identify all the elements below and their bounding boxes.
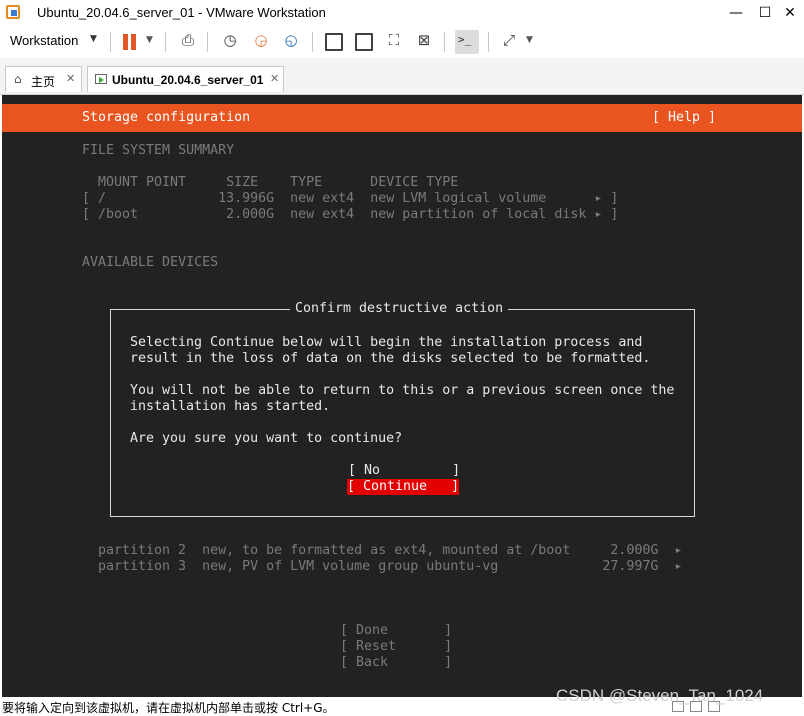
dialog-text-line: result in the loss of data on the disks …: [130, 351, 651, 366]
tab-vm-label: Ubuntu_20.04.6_server_01: [112, 73, 264, 87]
dialog-frame: Confirm destructive action Selecting Con…: [110, 301, 695, 517]
tab-strip: ⌂ 主页 ✕ Ubuntu_20.04.6_server_01 ✕: [0, 58, 804, 95]
no-button[interactable]: [ No ]: [348, 463, 460, 479]
fs-table-row[interactable]: [ /boot 2.000G new ext4 new partition of…: [82, 207, 618, 223]
dialog-text-line: You will not be able to return to this o…: [130, 383, 675, 398]
back-button[interactable]: [ Back ]: [340, 655, 452, 671]
dialog-question: Are you sure you want to continue?: [130, 431, 403, 446]
window-title-bar: Ubuntu_20.04.6_server_01 - VMware Workst…: [0, 0, 804, 26]
tab-home[interactable]: ⌂ 主页 ✕: [5, 66, 82, 92]
window-title: Ubuntu_20.04.6_server_01 - VMware Workst…: [37, 5, 326, 20]
fs-summary-title: FILE SYSTEM SUMMARY: [82, 143, 235, 158]
vmware-app-icon: [6, 5, 20, 19]
partition-row[interactable]: partition 2 new, to be formatted as ext4…: [98, 543, 682, 559]
toolbar-divider: [165, 32, 166, 52]
revert-snapshot-icon[interactable]: ◶: [250, 31, 272, 49]
console-view-icon[interactable]: [455, 30, 479, 54]
close-button[interactable]: ✕: [776, 2, 804, 24]
maximize-button[interactable]: ☐: [751, 2, 779, 24]
full-screen-icon[interactable]: ⛶: [383, 31, 405, 49]
console-top-strip: [2, 95, 802, 103]
tab-home-label: 主页: [31, 75, 56, 89]
toolbar-divider: [488, 32, 489, 52]
stretch-menu-chevron-icon[interactable]: ▼: [526, 35, 533, 45]
power-menu-chevron-icon[interactable]: ▼: [146, 35, 153, 45]
toolbar-divider: [444, 32, 445, 52]
send-ctrl-alt-del-icon[interactable]: ⎙: [177, 31, 199, 49]
toolbar-divider: [110, 32, 111, 52]
fs-table-header: MOUNT POINT SIZE TYPE DEVICE TYPE: [98, 175, 459, 190]
available-devices-title: AVAILABLE DEVICES: [82, 255, 219, 270]
toolbar: Workstation ▼ ▼ ⎙ ◷ ◶ ◵ ⛶ ⊠ ⤢ ▼: [0, 26, 804, 58]
chevron-down-icon[interactable]: ▼: [90, 34, 97, 44]
watermark-text: CSDN @Steven_Tan_1024: [556, 686, 764, 705]
help-button[interactable]: [ Help ]: [652, 110, 716, 126]
snapshot-manager-icon[interactable]: ◵: [280, 31, 302, 49]
status-text: 要将输入定向到该虚拟机，请在虚拟机内部单击或按 Ctrl+G。: [2, 701, 335, 715]
vm-console[interactable]: Storage configuration [ Help ] FILE SYST…: [2, 95, 802, 697]
close-tab-icon[interactable]: ✕: [270, 72, 279, 85]
toolbar-divider: [312, 32, 313, 52]
installer-header-title: Storage configuration: [82, 110, 251, 125]
dialog-text-line: Selecting Continue below will begin the …: [130, 335, 643, 350]
snapshot-icon[interactable]: ◷: [219, 31, 241, 49]
home-icon: ⌂: [14, 72, 22, 86]
minimize-button[interactable]: —: [722, 2, 750, 24]
vm-icon: [95, 74, 107, 84]
unity-icon[interactable]: ⊠: [413, 31, 435, 49]
continue-button[interactable]: [ Continue ]: [347, 479, 460, 495]
done-button[interactable]: [ Done ]: [340, 623, 452, 639]
pause-icon[interactable]: [121, 32, 141, 52]
tab-vm[interactable]: Ubuntu_20.04.6_server_01 ✕: [87, 66, 284, 92]
dialog-text-line: installation has started.: [130, 399, 331, 414]
thumbnail-icon[interactable]: [355, 33, 373, 51]
workstation-menu[interactable]: Workstation: [10, 33, 78, 48]
fs-table-row[interactable]: [ / 13.996G new ext4 new LVM logical vol…: [82, 191, 618, 207]
sidebar-toggle-icon[interactable]: [325, 33, 343, 51]
close-tab-icon[interactable]: ✕: [66, 72, 75, 85]
reset-button[interactable]: [ Reset ]: [340, 639, 452, 655]
dialog-title: Confirm destructive action: [290, 301, 509, 317]
stretch-icon[interactable]: ⤢: [498, 31, 520, 49]
installer-header-bar: Storage configuration [ Help ]: [2, 104, 802, 132]
partition-row[interactable]: partition 3 new, PV of LVM volume group …: [98, 559, 682, 575]
toolbar-divider: [207, 32, 208, 52]
